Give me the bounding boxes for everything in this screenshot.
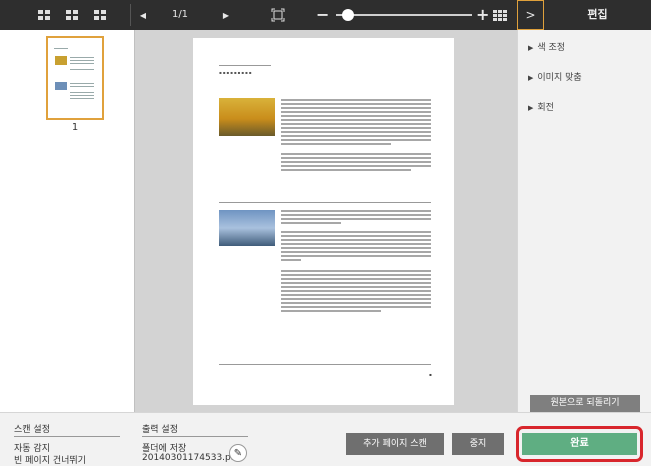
view-large-grid-icon[interactable] — [34, 0, 54, 30]
edit-item-color-adjust[interactable]: ▶ 색 조정 — [528, 40, 565, 53]
stop-button[interactable]: 중지 — [452, 433, 504, 455]
output-settings-filename: 20140301174533.p... — [142, 453, 240, 463]
thumbnail-page-preview — [52, 42, 98, 114]
edit-item-image-fit[interactable]: ▶ 이미지 맞춤 — [528, 70, 582, 83]
scanned-page: ▪▪▪▪▪▪▪▪▪ ▪ — [193, 38, 454, 405]
next-page-icon[interactable]: ▶ — [218, 0, 234, 30]
fit-page-icon[interactable] — [268, 0, 288, 30]
scan-settings-skip-blank: 빈 페이지 건너뛰기 — [14, 456, 86, 466]
page-section-rule — [219, 202, 431, 203]
edit-item-label: 회전 — [537, 103, 554, 113]
prev-page-icon[interactable]: ◀ — [135, 0, 151, 30]
page-heading-text: ▪▪▪▪▪▪▪▪▪ — [219, 70, 253, 75]
done-button[interactable]: 완료 — [522, 433, 637, 455]
view-small-grid-icon[interactable] — [90, 0, 110, 30]
zoom-in-button[interactable]: + — [476, 0, 489, 30]
edit-item-label: 이미지 맞춤 — [537, 73, 582, 83]
page-footer-rule — [219, 364, 431, 365]
city-buildings-photo — [219, 210, 275, 246]
edit-panel-title: 편집 — [544, 0, 651, 30]
page-footer-number: ▪ — [429, 372, 432, 377]
grid-view-icon[interactable] — [490, 0, 510, 30]
autumn-trees-photo — [219, 98, 275, 136]
toolbar: ◀ 1/1 ▶ − + — [0, 0, 517, 30]
thumbnail-panel: 1 — [0, 30, 134, 412]
zoom-slider[interactable] — [336, 14, 472, 16]
page-top-rule — [219, 65, 271, 66]
edit-output-settings-button[interactable]: ✎ — [229, 444, 247, 462]
scan-settings-divider — [14, 436, 120, 437]
revert-to-original-button[interactable]: 원본으로 되돌리기 — [530, 395, 640, 412]
page-indicator: 1/1 — [171, 9, 189, 20]
thumbnail-page-number: 1 — [71, 122, 79, 133]
edit-panel-toggle-button[interactable]: > — [517, 0, 544, 30]
zoom-out-button[interactable]: − — [316, 0, 329, 30]
pencil-icon: ✎ — [233, 447, 243, 459]
bottom-bar: 스캔 설정 자동 감지 빈 페이지 건너뛰기 출력 설정 폴더에 저장 2014… — [0, 412, 651, 466]
expand-arrow-icon: ▶ — [528, 104, 534, 112]
view-medium-grid-icon[interactable] — [62, 0, 82, 30]
zoom-slider-thumb[interactable] — [342, 9, 355, 21]
edit-item-label: 색 조정 — [537, 43, 566, 53]
expand-arrow-icon: ▶ — [528, 44, 534, 52]
output-settings-title: 출력 설정 — [142, 425, 178, 435]
output-settings-divider — [142, 436, 248, 437]
edit-item-rotate[interactable]: ▶ 회전 — [528, 100, 554, 113]
expand-arrow-icon: ▶ — [528, 74, 534, 82]
scan-settings-title: 스캔 설정 — [14, 425, 50, 435]
add-page-scan-button[interactable]: 추가 페이지 스캔 — [346, 433, 444, 455]
edit-panel: ▶ 색 조정 ▶ 이미지 맞춤 ▶ 회전 원본으로 되돌리기 — [517, 30, 651, 412]
toolbar-divider — [130, 4, 131, 26]
page-thumbnail[interactable] — [46, 36, 104, 120]
page-viewer: ▪▪▪▪▪▪▪▪▪ ▪ — [134, 30, 517, 412]
